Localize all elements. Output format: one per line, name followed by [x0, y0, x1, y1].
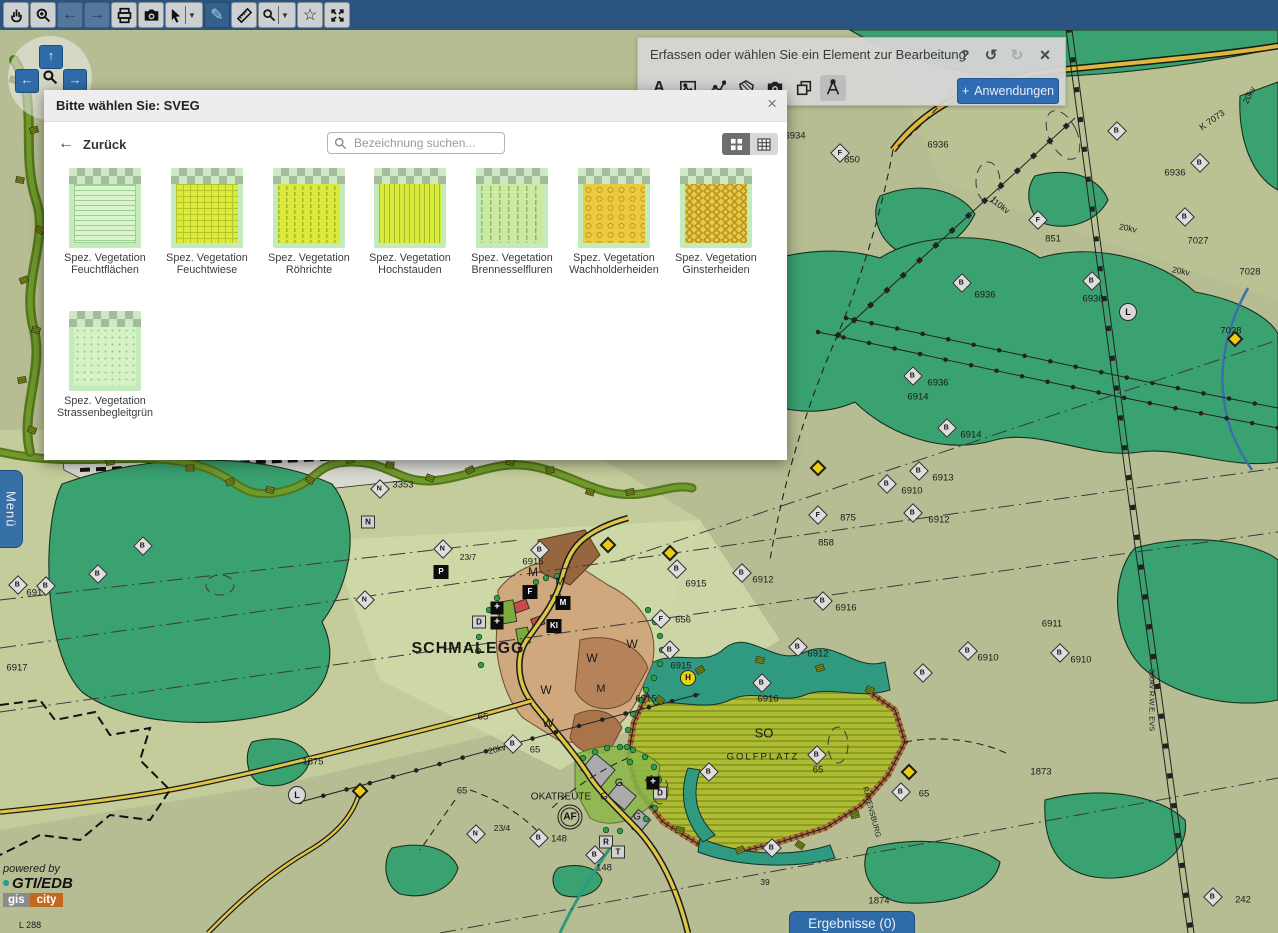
pan-hand-button[interactable] — [3, 2, 29, 28]
plus-icon: + — [962, 84, 969, 98]
print-button[interactable] — [111, 2, 137, 28]
draw-pencil-button[interactable]: ✎ — [204, 2, 230, 28]
results-button[interactable]: Ergebnisse (0) — [789, 911, 915, 933]
gis-city-badge: gis city — [3, 893, 73, 907]
measure-ruler-button[interactable] — [231, 2, 257, 28]
search-box — [327, 132, 505, 154]
search-tool-dropdown[interactable]: ▼ — [278, 6, 289, 24]
dialog-header: Bitte wählen Sie: SVEG × — [44, 90, 787, 122]
zoom-in-button[interactable] — [30, 2, 56, 28]
pan-left-button[interactable]: ← — [15, 69, 39, 93]
dialog-close-button[interactable]: × — [767, 94, 777, 114]
powered-by-text: powered by — [3, 864, 73, 876]
search-icon — [334, 137, 347, 150]
gis-app: 6934850693669367027702869367028693669366… — [0, 0, 1278, 933]
history-forward-button[interactable]: → — [84, 2, 110, 28]
zoom-magnifier-icon[interactable] — [40, 69, 60, 89]
applications-button[interactable]: + Anwendungen — [957, 78, 1059, 104]
favorites-star-button[interactable]: ☆ — [297, 2, 323, 28]
history-back-button[interactable]: ← — [57, 2, 83, 28]
vegetation-tile[interactable]: Spez. VegetationGinsterheiden — [661, 168, 771, 276]
vegetation-tile[interactable]: Spez. VegetationFeuchtwiese — [152, 168, 262, 276]
pan-up-button[interactable]: ↑ — [39, 45, 63, 69]
select-tool-dropdown[interactable]: ▼ — [185, 6, 196, 24]
edit-panel-title: Erfassen oder wählen Sie ein Element zur… — [650, 47, 966, 62]
back-arrow-icon: ← — [58, 135, 74, 153]
copy-tool-icon[interactable] — [791, 75, 817, 101]
menu-tab[interactable]: Menü — [0, 470, 23, 548]
search-input[interactable] — [352, 135, 498, 151]
back-button[interactable]: ← Zurück — [58, 135, 126, 153]
vegetation-tile[interactable]: Spez. VegetationStrassenbegleitgrün — [50, 311, 160, 419]
construct-tool-icon[interactable] — [820, 75, 846, 101]
screenshot-camera-button[interactable] — [138, 2, 164, 28]
panel-close-button[interactable]: × — [1033, 43, 1057, 67]
fullscreen-button[interactable] — [324, 2, 350, 28]
vegetation-tile[interactable]: Spez. VegetationWachholderheiden — [559, 168, 669, 276]
undo-button[interactable]: ↺ — [979, 43, 1003, 67]
gti-edb-logo: GTI/EDB — [3, 876, 73, 892]
branding-logo: powered by GTI/EDB gis city — [3, 864, 73, 907]
dialog-title: Bitte wählen Sie: SVEG — [56, 98, 200, 113]
vegetation-tile[interactable]: Spez. VegetationFeuchtflächen — [50, 168, 160, 276]
search-tool-button[interactable]: ▼ — [258, 2, 296, 28]
vegetation-tile[interactable]: Spez. VegetationHochstauden — [355, 168, 465, 276]
logo-dot-icon — [3, 880, 9, 886]
table-view-toggle[interactable] — [750, 133, 778, 155]
select-tool-button[interactable]: ▼ — [165, 2, 203, 28]
help-button[interactable]: ? — [953, 43, 977, 67]
vegetation-tile[interactable]: Spez. VegetationRöhrichte — [254, 168, 364, 276]
grid-view-toggle[interactable] — [722, 133, 750, 155]
selection-dialog: Bitte wählen Sie: SVEG × ← Zurück Spez. … — [44, 90, 787, 460]
redo-button[interactable]: ↻ — [1005, 43, 1029, 67]
vegetation-tile[interactable]: Spez. VegetationBrennesselfluren — [457, 168, 567, 276]
main-toolbar: ← → ▼ ✎ ▼ ☆ — [0, 0, 1278, 30]
